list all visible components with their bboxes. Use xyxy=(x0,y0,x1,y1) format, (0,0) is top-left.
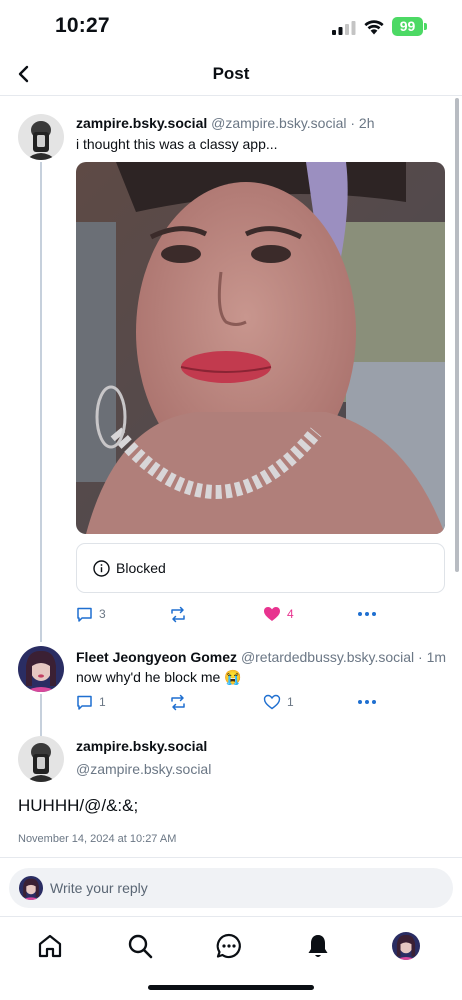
reply-input[interactable]: Write your reply xyxy=(9,868,453,908)
author-name[interactable]: zampire.bsky.social xyxy=(76,115,207,131)
search-icon[interactable] xyxy=(126,932,154,960)
like-button[interactable]: 1 xyxy=(263,691,294,713)
author-handle[interactable]: @zampire.bsky.social xyxy=(76,761,211,777)
reply-button[interactable]: 3 xyxy=(76,603,106,625)
heart-icon xyxy=(263,694,281,710)
reply-count: 1 xyxy=(99,695,106,709)
avatar[interactable] xyxy=(18,114,64,160)
wifi-icon xyxy=(364,20,384,35)
reply-placeholder: Write your reply xyxy=(50,880,148,896)
author-handle[interactable]: @zampire.bsky.social xyxy=(211,115,346,131)
author-name[interactable]: zampire.bsky.social xyxy=(76,738,207,754)
avatar[interactable] xyxy=(18,646,64,692)
cellular-signal-icon xyxy=(332,21,356,35)
post-text: now why'd he block me 😭 xyxy=(76,669,242,685)
heart-filled-icon xyxy=(264,607,280,621)
repost-button[interactable] xyxy=(169,691,187,713)
blocked-label: Blocked xyxy=(116,560,166,576)
page-title: Post xyxy=(212,64,250,83)
header: Post xyxy=(0,52,462,96)
repost-button[interactable] xyxy=(169,603,187,625)
like-count: 1 xyxy=(287,695,294,709)
more-options-button[interactable] xyxy=(357,603,377,625)
battery-level: 99 xyxy=(399,18,416,34)
ellipsis-icon xyxy=(358,612,376,616)
post-author-line: zampire.bsky.social @zampire.bsky.social… xyxy=(76,115,374,131)
repost-icon xyxy=(171,606,185,622)
post-image[interactable] xyxy=(76,162,445,534)
thread-line xyxy=(40,162,42,642)
avatar[interactable] xyxy=(18,736,64,782)
post-text: i thought this was a classy app... xyxy=(76,136,278,152)
scrollbar[interactable] xyxy=(455,98,459,572)
post-actions: 3 4 xyxy=(76,603,445,625)
focused-post-text: HUHHH/@/&:&; xyxy=(18,796,139,815)
status-bar: 10:27 99 xyxy=(0,0,462,52)
reply-icon xyxy=(77,695,92,710)
post-actions: 1 1 xyxy=(76,691,445,713)
home-indicator xyxy=(148,985,314,990)
repost-icon xyxy=(171,694,185,710)
my-avatar xyxy=(19,876,43,900)
chat-icon[interactable] xyxy=(215,932,243,960)
like-button[interactable]: 4 xyxy=(263,603,294,625)
reply-button[interactable]: 1 xyxy=(76,691,106,713)
blocked-embed[interactable]: Blocked xyxy=(76,543,445,593)
divider xyxy=(0,857,462,858)
battery-icon: 99 xyxy=(392,17,428,36)
thread-line xyxy=(40,694,42,736)
author-handle[interactable]: @retardedbussy.bsky.social xyxy=(241,649,414,665)
notifications-icon[interactable] xyxy=(304,932,332,960)
ellipsis-icon xyxy=(358,700,376,704)
reply-count: 3 xyxy=(99,607,106,621)
focused-author-handle-line: @zampire.bsky.social xyxy=(76,761,211,777)
info-icon xyxy=(93,560,110,577)
like-count: 4 xyxy=(287,607,294,621)
post-timestamp: November 14, 2024 at 10:27 AM xyxy=(18,833,177,845)
post-time: · 2h xyxy=(350,115,375,131)
status-time: 10:27 xyxy=(55,14,110,37)
author-name[interactable]: Fleet Jeongyeon Gomez xyxy=(76,649,237,665)
focused-author-name-line: zampire.bsky.social xyxy=(76,738,207,754)
post-author-line: Fleet Jeongyeon Gomez @retardedbussy.bsk… xyxy=(76,649,446,665)
reply-icon xyxy=(77,607,92,622)
home-icon[interactable] xyxy=(36,932,64,960)
profile-avatar[interactable] xyxy=(392,932,420,960)
post-time: · 1m xyxy=(418,649,447,665)
more-options-button[interactable] xyxy=(357,691,377,713)
